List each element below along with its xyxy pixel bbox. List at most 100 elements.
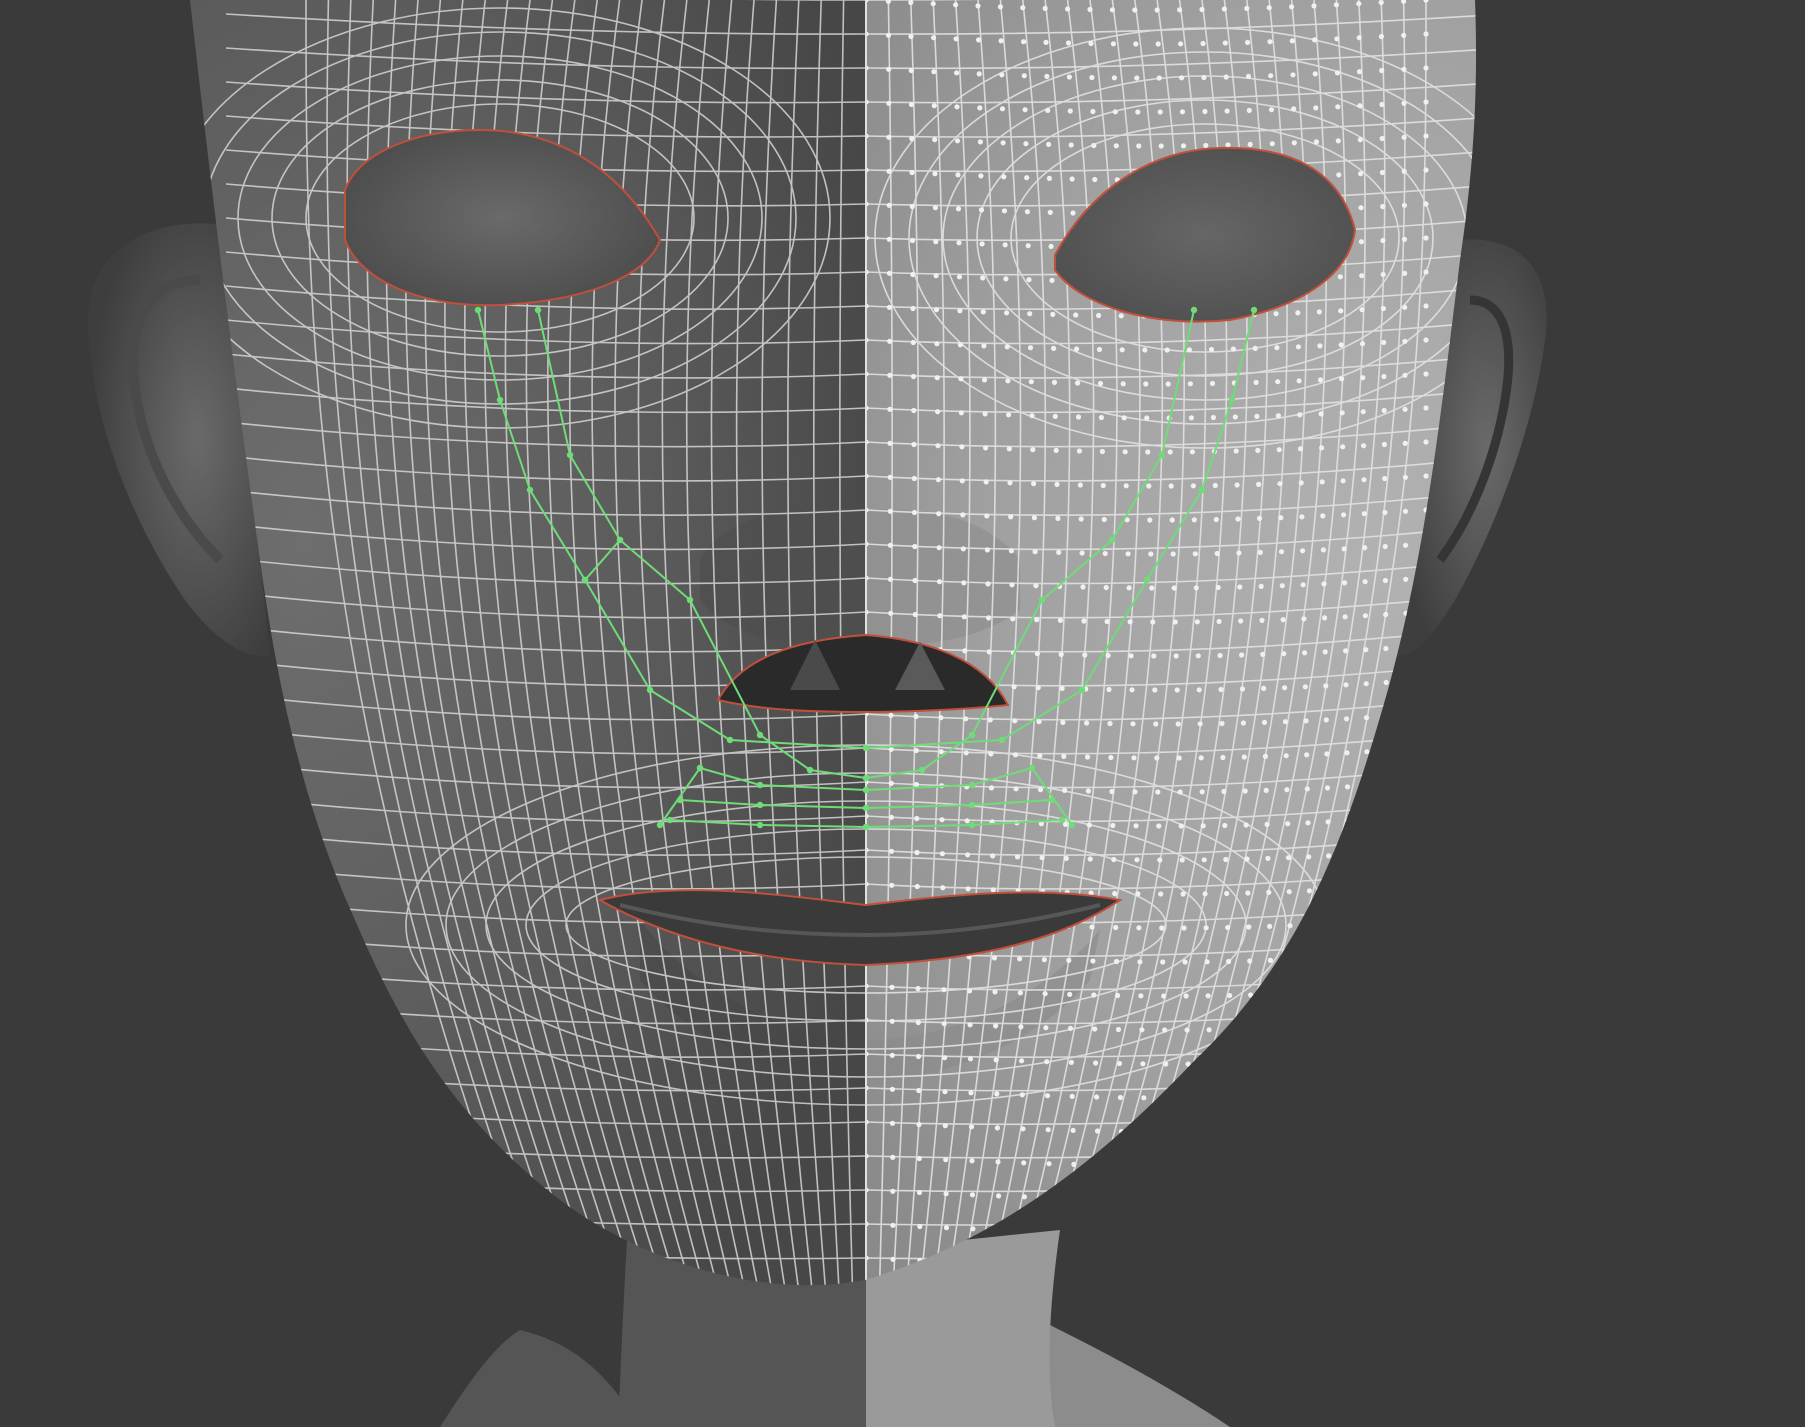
mesh-vertex — [1423, 235, 1429, 241]
viewport-canvas[interactable] — [0, 0, 1805, 1427]
mesh-vertex — [1363, 681, 1369, 687]
mesh-vertex — [1008, 514, 1014, 520]
mesh-vertex — [1084, 754, 1091, 760]
mesh-vertex — [1094, 1094, 1100, 1100]
mesh-vertex — [1257, 549, 1263, 556]
mesh-vertex — [1045, 1127, 1051, 1133]
mesh-vertex — [960, 512, 966, 518]
selected-vertex — [756, 781, 764, 789]
mesh-vertex — [916, 1121, 922, 1128]
mesh-vertex — [983, 445, 989, 451]
mesh-vertex — [887, 542, 894, 548]
mesh-vertex — [1011, 684, 1017, 690]
mesh-vertex — [990, 887, 996, 893]
mesh-vertex — [1295, 310, 1301, 316]
mesh-vertex — [1291, 140, 1297, 146]
mesh-vertex — [1157, 857, 1163, 863]
mesh-vertex — [1266, 889, 1272, 896]
selected-vertex — [1038, 596, 1046, 604]
mesh-vertex — [1091, 142, 1097, 149]
mesh-vertex — [1283, 753, 1289, 759]
mesh-vertex — [1021, 73, 1027, 79]
mesh-vertex — [1220, 754, 1226, 761]
mesh-vertex — [1080, 584, 1086, 590]
mesh-vertex — [1074, 346, 1080, 352]
selected-vertex — [1158, 451, 1166, 459]
mesh-vertex — [889, 1052, 895, 1058]
mesh-vertex — [1158, 143, 1164, 149]
3d-viewport[interactable] — [0, 0, 1805, 1427]
mesh-vertex — [1402, 338, 1408, 344]
mesh-vertex — [995, 1159, 1001, 1165]
mesh-vertex — [1266, 5, 1272, 11]
mesh-vertex — [1021, 1194, 1027, 1200]
selected-vertex — [862, 804, 870, 812]
mesh-vertex — [1423, 405, 1429, 411]
mesh-vertex — [987, 717, 993, 723]
mesh-vertex — [1244, 856, 1250, 862]
mesh-vertex — [1154, 755, 1160, 761]
mesh-vertex — [981, 343, 987, 349]
mesh-vertex — [1067, 108, 1073, 114]
mesh-vertex — [1180, 143, 1187, 149]
mesh-vertex — [1362, 613, 1368, 619]
mesh-vertex — [1046, 175, 1052, 181]
mesh-vertex — [908, 67, 914, 74]
mesh-vertex — [886, 134, 892, 140]
mesh-vertex — [1060, 719, 1066, 726]
mesh-vertex — [1359, 273, 1365, 279]
mesh-vertex — [1267, 957, 1273, 964]
mesh-vertex — [960, 546, 966, 552]
mesh-vertex — [1195, 653, 1201, 659]
mesh-vertex — [1339, 376, 1345, 382]
mesh-vertex — [1158, 891, 1164, 897]
selected-vertex — [1108, 536, 1116, 544]
mesh-vertex — [1044, 1059, 1050, 1065]
mesh-vertex — [913, 713, 919, 720]
mesh-vertex — [1041, 957, 1047, 963]
mesh-vertex — [912, 611, 918, 618]
mesh-vertex — [909, 135, 915, 142]
mesh-vertex — [930, 1, 936, 7]
mesh-vertex — [1379, 67, 1385, 74]
mesh-vertex — [1102, 550, 1108, 557]
mesh-vertex — [1092, 176, 1098, 183]
mesh-vertex — [1363, 715, 1370, 721]
mesh-vertex — [1361, 443, 1367, 449]
mesh-vertex — [1135, 109, 1141, 115]
mesh-vertex — [1275, 413, 1281, 419]
mesh-vertex — [1245, 73, 1252, 79]
mesh-vertex — [1199, 6, 1205, 13]
mesh-vertex — [1333, 2, 1339, 8]
mesh-vertex — [1167, 449, 1173, 455]
mesh-vertex — [1213, 516, 1219, 523]
mesh-vertex — [1282, 719, 1288, 725]
mesh-vertex — [1027, 345, 1034, 351]
mesh-vertex — [1141, 1095, 1147, 1101]
mesh-vertex — [1241, 754, 1247, 760]
mesh-vertex — [1029, 413, 1035, 419]
mesh-vertex — [1274, 345, 1280, 351]
mesh-vertex — [941, 1021, 947, 1027]
mesh-vertex — [1039, 855, 1045, 861]
mesh-vertex — [1383, 611, 1389, 618]
mesh-vertex — [1202, 891, 1208, 897]
mesh-vertex — [1126, 585, 1132, 591]
mesh-vertex — [1286, 889, 1292, 895]
mesh-vertex — [1380, 305, 1386, 312]
mesh-vertex — [1362, 545, 1368, 551]
mesh-vertex — [908, 101, 915, 108]
mesh-vertex — [1358, 171, 1364, 177]
mesh-vertex — [1066, 957, 1072, 964]
mesh-vertex — [1340, 444, 1346, 450]
mesh-vertex — [911, 441, 917, 448]
mesh-vertex — [1183, 993, 1189, 999]
selected-vertex — [998, 736, 1006, 744]
mesh-vertex — [1112, 890, 1118, 897]
mesh-vertex — [1100, 482, 1106, 489]
mesh-vertex — [1063, 855, 1069, 862]
selected-vertex — [918, 766, 926, 774]
mesh-vertex — [1056, 549, 1062, 556]
mesh-vertex — [1023, 141, 1029, 147]
mesh-vertex — [917, 1223, 923, 1230]
